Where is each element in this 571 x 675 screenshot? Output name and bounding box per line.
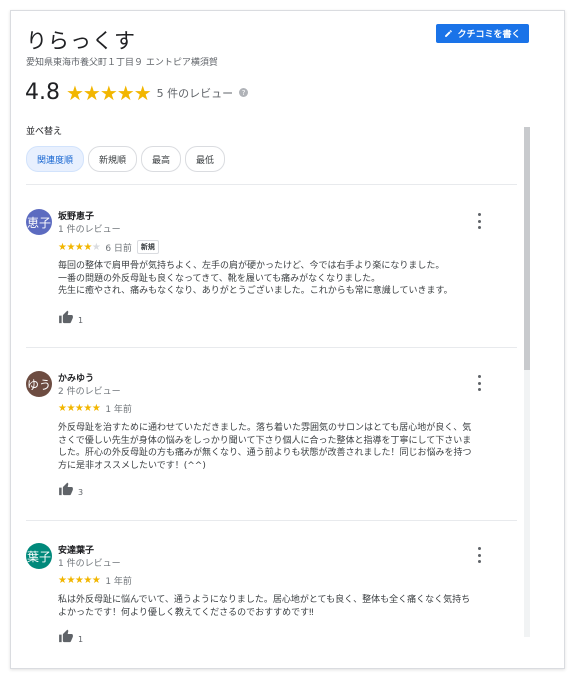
reviewer-review-count: 2 件のレビュー [58, 387, 121, 397]
reviewer-review-count: 1 件のレビュー [58, 225, 121, 235]
review-item: 葉子 安達葉子 1 件のレビュー ★★★★★ 1 年前 私は外反母趾に悩んでいて… [26, 543, 517, 643]
review-meta: ★★★★★ 6 日前 新規 [58, 240, 159, 254]
divider [26, 184, 517, 185]
divider [26, 347, 517, 348]
review-stars: ★★★★★ [58, 575, 101, 586]
review-meta: ★★★★★ 1 年前 [58, 574, 132, 587]
sort-chip-newest[interactable]: 新規順 [88, 146, 138, 172]
write-review-label: クチコミを書く [457, 30, 521, 40]
sort-chip-highest[interactable]: 最高 [141, 146, 182, 172]
avatar[interactable]: 葉子 [26, 543, 52, 569]
pencil-icon [445, 30, 453, 37]
more-vertical-icon[interactable] [474, 547, 484, 563]
sort-chip-relevance[interactable]: 関連度順 [26, 146, 85, 172]
like-count: 1 [78, 635, 84, 643]
review-stars: ★★★★★ [58, 403, 101, 414]
rating-summary: 4.8 ★★★★★ 5 件のレビュー ? [25, 80, 249, 105]
more-vertical-icon[interactable] [474, 213, 484, 229]
review-date: 1 年前 [105, 577, 132, 587]
review-count: 5 件のレビュー [156, 86, 234, 100]
sort-chips: 関連度順 新規順 最高 最低 [26, 146, 226, 172]
avatar[interactable]: ゆう [26, 371, 52, 397]
review-date: 1 年前 [105, 405, 132, 415]
reviewer-name[interactable]: 坂野恵子 [58, 209, 94, 222]
review-item: 恵子 坂野恵子 1 件のレビュー ★★★★★ 6 日前 新規 毎回の整体で肩甲骨… [26, 209, 517, 329]
like-button[interactable]: 3 [58, 482, 83, 497]
divider [26, 520, 517, 521]
sort-label: 並べ替え [26, 127, 63, 137]
like-button[interactable]: 1 [58, 310, 83, 325]
review-date: 6 日前 [105, 243, 132, 254]
reviewer-review-count: 1 件のレビュー [58, 559, 121, 569]
business-name: りらっくす [26, 29, 136, 53]
more-vertical-icon[interactable] [474, 375, 484, 391]
review-text: 私は外反母趾に悩んでいて、通うようになりました。居心地がとても良く、整体も全く痛… [58, 595, 471, 618]
like-button[interactable]: 1 [58, 629, 83, 643]
like-count: 1 [78, 316, 84, 325]
review-item: ゆう かみゆう 2 件のレビュー ★★★★★ 1 年前 外反母趾を治すために通わ… [26, 371, 517, 501]
thumbs-up-icon [59, 310, 73, 324]
rating-value: 4.8 [25, 80, 60, 105]
business-address: 愛知県東海市養父町１丁目９ エントピア横須賀 [26, 58, 218, 68]
review-meta: ★★★★★ 1 年前 [58, 402, 132, 415]
reviewer-name[interactable]: かみゆう [58, 371, 94, 384]
reviewer-name[interactable]: 安達葉子 [58, 543, 94, 556]
review-text: 毎回の整体で肩甲骨が気持ちよく、左手の肩が硬かったけど、今では右手より楽になりま… [58, 261, 453, 296]
review-stars: ★★★★★ [58, 241, 101, 253]
help-icon[interactable]: ? [239, 88, 249, 97]
new-badge: 新規 [136, 240, 159, 254]
avatar[interactable]: 恵子 [26, 209, 52, 235]
write-review-button[interactable]: クチコミを書く [436, 24, 529, 43]
sort-chip-lowest[interactable]: 最低 [185, 146, 226, 172]
rating-stars: ★★★★★ [66, 80, 152, 105]
like-count: 3 [78, 488, 84, 497]
scrollbar-thumb[interactable] [524, 127, 530, 370]
thumbs-up-icon [59, 482, 73, 496]
review-text: 外反母趾を治すために通わせていただきました。落ち着いた雰囲気のサロンはとても居心… [58, 423, 472, 471]
thumbs-up-icon [59, 629, 73, 643]
